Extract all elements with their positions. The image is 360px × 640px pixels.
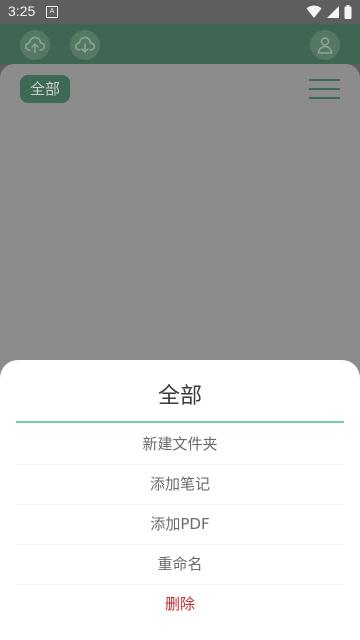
sheet-title: 全部 [157, 384, 202, 409]
status-icons [306, 5, 352, 19]
status-time: 3:25 [8, 3, 36, 19]
filter-chip[interactable]: 全部 [20, 75, 70, 103]
new-folder-button[interactable]: 新建文件夹 [16, 424, 344, 464]
user-button[interactable] [310, 30, 340, 60]
add-pdf-button[interactable]: 添加PDF [16, 504, 344, 544]
delete-button[interactable]: 删除 [16, 584, 344, 624]
upload-icon [25, 36, 45, 53]
action-sheet: 全部 新建文件夹 添加笔记 添加PDF 重命名 删除 [0, 360, 360, 640]
app-bar [0, 24, 360, 64]
status-bar: 3:25 A [0, 0, 360, 24]
add-note-button[interactable]: 添加笔记 [16, 464, 344, 504]
user-icon [317, 37, 333, 54]
menu-icon[interactable] [309, 79, 340, 99]
notification-a-icon: A [46, 6, 58, 18]
sheet-divider [16, 421, 344, 423]
download-button[interactable] [70, 30, 100, 60]
wifi-icon [306, 5, 322, 18]
signal-icon [327, 6, 339, 18]
battery-icon [344, 5, 352, 19]
rename-button[interactable]: 重命名 [16, 544, 344, 584]
upload-button[interactable] [20, 30, 50, 60]
download-icon [75, 36, 95, 53]
